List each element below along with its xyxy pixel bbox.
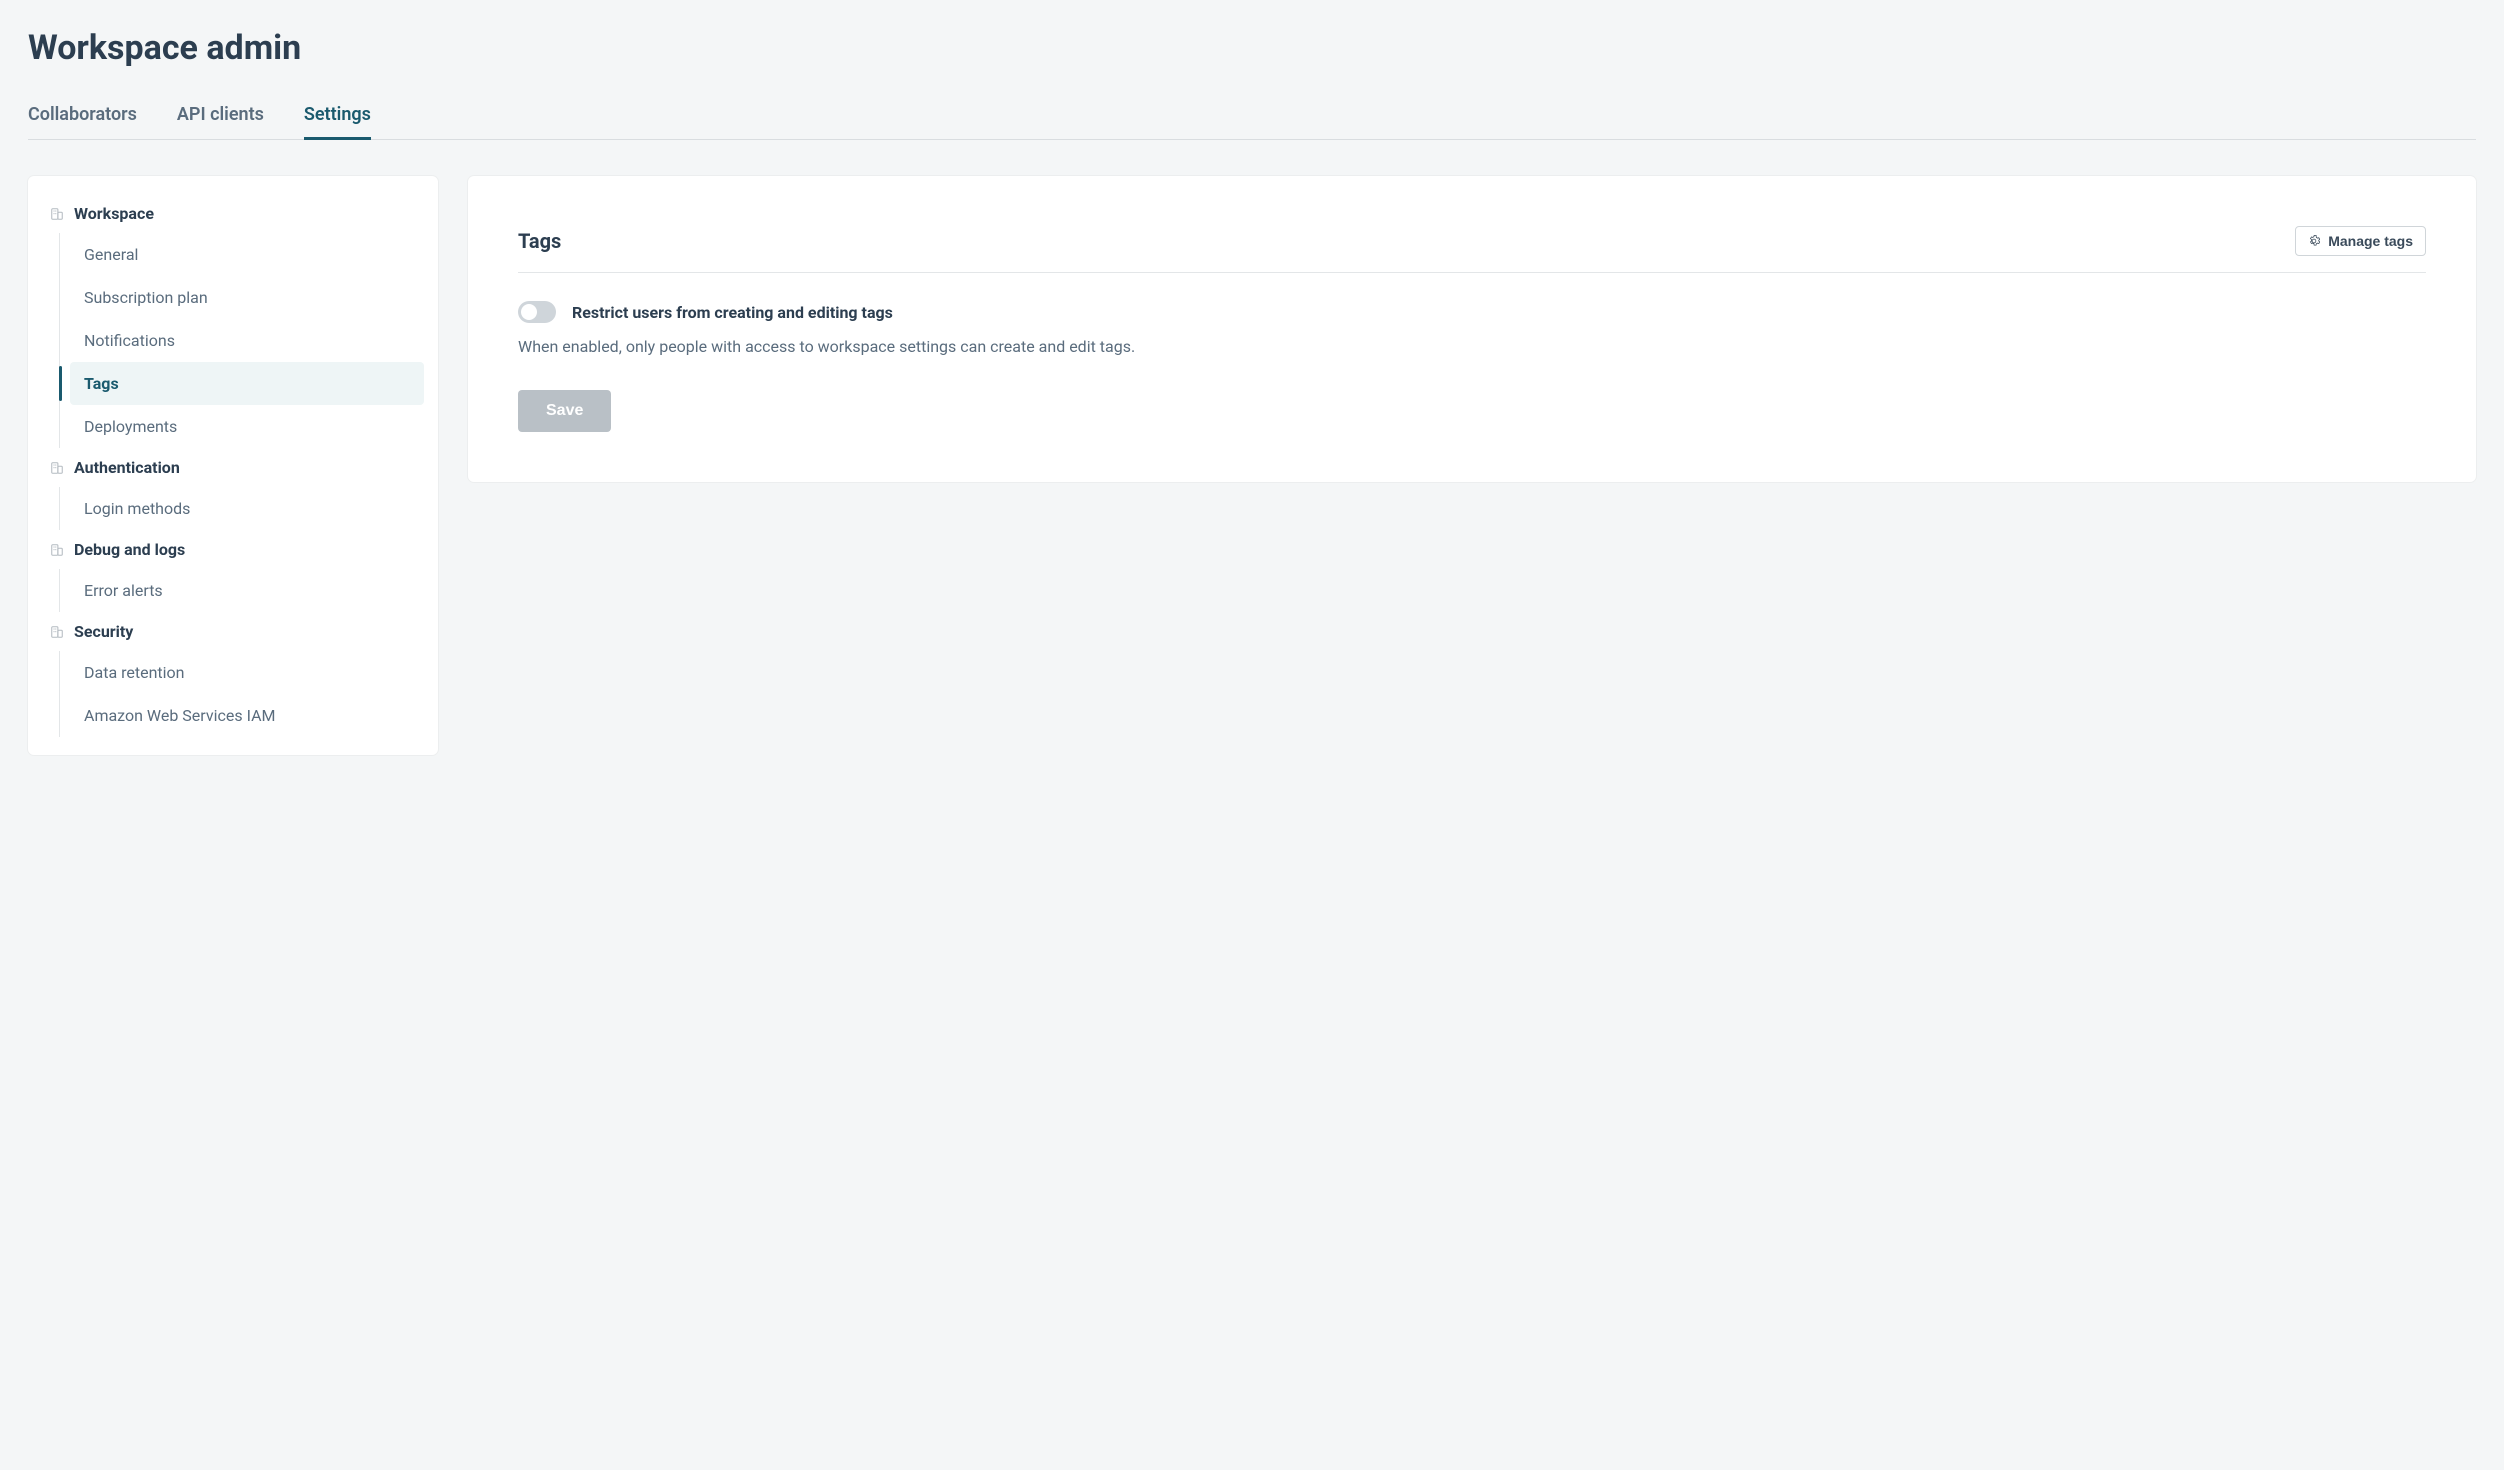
building-icon xyxy=(50,543,64,557)
gear-icon xyxy=(2308,235,2320,247)
sidebar-section-label: Authentication xyxy=(74,458,180,477)
manage-tags-button-label: Manage tags xyxy=(2328,233,2413,249)
restrict-tags-description: When enabled, only people with access to… xyxy=(518,337,2426,356)
building-icon xyxy=(50,207,64,221)
sidebar-item-deployments[interactable]: Deployments xyxy=(70,405,424,448)
sidebar-section-security: Security xyxy=(42,612,424,651)
sidebar-item-aws-iam[interactable]: Amazon Web Services IAM xyxy=(70,694,424,737)
building-icon xyxy=(50,461,64,475)
sidebar-section-label: Debug and logs xyxy=(74,540,185,559)
sidebar-item-notifications[interactable]: Notifications xyxy=(70,319,424,362)
sidebar-section-workspace: Workspace xyxy=(42,194,424,233)
toggle-knob xyxy=(521,304,537,320)
sidebar-item-general[interactable]: General xyxy=(70,233,424,276)
tab-api-clients[interactable]: API clients xyxy=(177,104,264,140)
sidebar-item-login-methods[interactable]: Login methods xyxy=(70,487,424,530)
tags-settings-panel: Tags Manage tags Restrict users from cre… xyxy=(468,176,2476,482)
tab-settings[interactable]: Settings xyxy=(304,104,371,140)
sidebar-section-label: Workspace xyxy=(74,204,154,223)
building-icon xyxy=(50,625,64,639)
tab-collaborators[interactable]: Collaborators xyxy=(28,104,137,140)
restrict-tags-toggle[interactable] xyxy=(518,301,556,323)
sidebar-item-subscription-plan[interactable]: Subscription plan xyxy=(70,276,424,319)
manage-tags-button[interactable]: Manage tags xyxy=(2295,226,2426,256)
panel-title: Tags xyxy=(518,229,561,253)
sidebar-section-label: Security xyxy=(74,622,133,641)
sidebar-section-authentication: Authentication xyxy=(42,448,424,487)
sidebar-item-data-retention[interactable]: Data retention xyxy=(70,651,424,694)
sidebar-section-debug-and-logs: Debug and logs xyxy=(42,530,424,569)
tabs-bar: Collaborators API clients Settings xyxy=(28,104,2476,140)
page-title: Workspace admin xyxy=(28,28,2476,68)
sidebar-item-tags[interactable]: Tags xyxy=(70,362,424,405)
sidebar-item-error-alerts[interactable]: Error alerts xyxy=(70,569,424,612)
save-button[interactable]: Save xyxy=(518,390,611,432)
settings-sidebar: Workspace General Subscription plan Noti… xyxy=(28,176,438,755)
restrict-tags-toggle-label: Restrict users from creating and editing… xyxy=(572,303,893,322)
